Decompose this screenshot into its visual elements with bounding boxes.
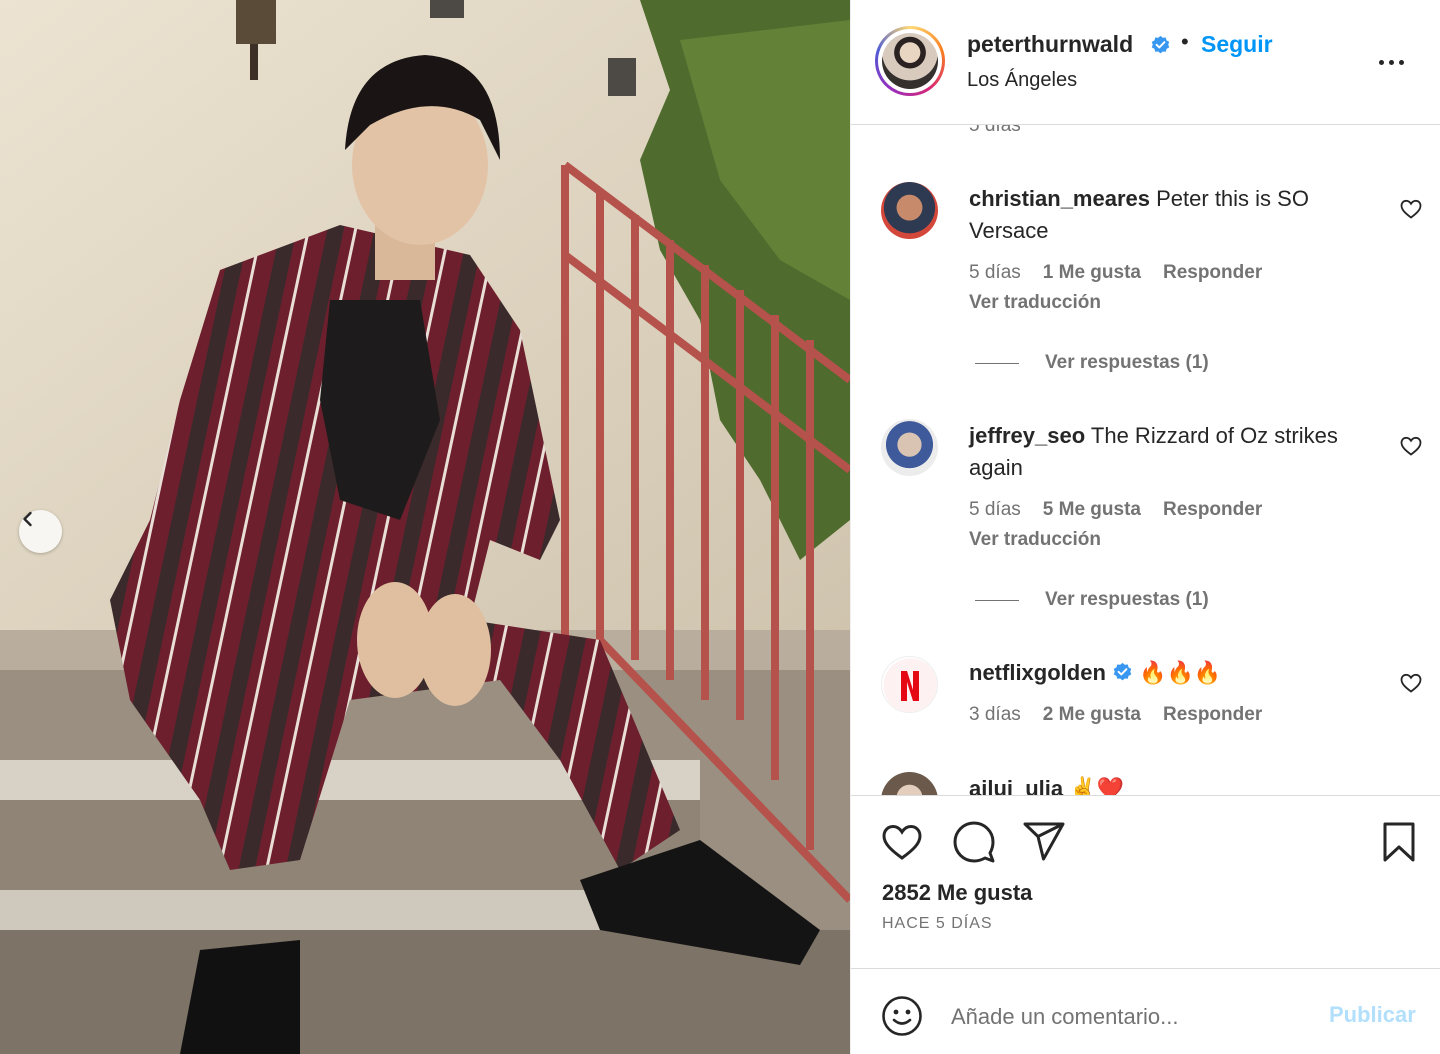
- comment-input[interactable]: [951, 997, 1311, 1037]
- post-image: [0, 0, 850, 1054]
- reply-button[interactable]: Responder: [1163, 499, 1262, 521]
- comment-time[interactable]: 3 días: [969, 704, 1021, 726]
- post-location[interactable]: Los Ángeles: [967, 69, 1077, 92]
- commenter-avatar[interactable]: [881, 182, 938, 239]
- comment-likes[interactable]: 1 Me gusta: [1043, 262, 1141, 284]
- comment-text: ✌️❤️: [1069, 776, 1125, 795]
- netflix-logo: [883, 658, 937, 712]
- bookmark-icon[interactable]: [1377, 820, 1421, 864]
- reply-button[interactable]: Responder: [1163, 262, 1262, 284]
- heart-icon[interactable]: [1399, 197, 1423, 221]
- post-photo: [0, 0, 850, 1054]
- heart-icon[interactable]: [1399, 434, 1423, 458]
- comment-body: ailui_ulia ✌️❤️: [969, 773, 1369, 795]
- commenter-username[interactable]: ailui_ulia: [969, 776, 1063, 795]
- comment-text: 🔥🔥🔥: [1139, 660, 1222, 685]
- view-replies-button[interactable]: Ver respuestas (1): [975, 352, 1209, 374]
- comment-time[interactable]: 5 días: [969, 499, 1021, 521]
- chevron-left-icon: [23, 511, 32, 527]
- commenter-username[interactable]: christian_meares: [969, 186, 1150, 211]
- comment-body: netflixgolden 🔥🔥🔥: [969, 657, 1369, 689]
- likes-count[interactable]: 2852 Me gusta: [882, 880, 1032, 906]
- replies-divider: [975, 599, 1019, 601]
- post-date[interactable]: HACE 5 DÍAS: [882, 915, 993, 933]
- comment-likes[interactable]: 2 Me gusta: [1043, 704, 1141, 726]
- author-username[interactable]: peterthurnwald: [967, 31, 1133, 58]
- commenter-avatar[interactable]: [881, 772, 938, 795]
- translate-button[interactable]: Ver traducción: [969, 292, 1101, 314]
- follow-button[interactable]: Seguir: [1201, 31, 1273, 58]
- author-avatar[interactable]: [875, 26, 945, 96]
- comment-icon[interactable]: [952, 820, 996, 864]
- comment-time: 5 días: [969, 125, 1021, 136]
- comment-composer: Publicar: [851, 968, 1440, 1054]
- translate-button[interactable]: Ver traducción: [969, 529, 1101, 551]
- post-actions: 2852 Me gusta HACE 5 DÍAS: [851, 795, 1440, 968]
- reply-button[interactable]: Responder: [1163, 704, 1262, 726]
- commenter-username[interactable]: netflixgolden: [969, 660, 1106, 685]
- comment-meta: 5 días 1 Me gusta Responder: [969, 262, 1262, 284]
- view-replies-label: Ver respuestas (1): [1045, 589, 1209, 610]
- post-header: peterthurnwald • Seguir Los Ángeles: [851, 0, 1440, 125]
- post-side-panel: peterthurnwald • Seguir Los Ángeles 5 dí…: [850, 0, 1440, 1054]
- previous-photo-button[interactable]: [19, 510, 62, 553]
- more-options-icon[interactable]: [1371, 50, 1411, 74]
- commenter-avatar[interactable]: [881, 656, 938, 713]
- comment-meta: 3 días 2 Me gusta Responder: [969, 704, 1262, 726]
- comment-likes[interactable]: 5 Me gusta: [1043, 499, 1141, 521]
- commenter-username[interactable]: jeffrey_seo: [969, 423, 1085, 448]
- comment-body: christian_meares Peter this is SO Versac…: [969, 183, 1369, 247]
- heart-icon[interactable]: [880, 820, 924, 864]
- comment-meta: 5 días 5 Me gusta Responder: [969, 499, 1262, 521]
- replies-divider: [975, 362, 1019, 364]
- verified-badge-icon: [1113, 662, 1132, 681]
- verified-badge-icon: [1151, 35, 1170, 54]
- emoji-icon[interactable]: [881, 995, 923, 1037]
- publish-button[interactable]: Publicar: [1329, 1002, 1416, 1028]
- commenter-avatar[interactable]: [881, 419, 938, 476]
- comment-body: jeffrey_seo The Rizzard of Oz strikes ag…: [969, 420, 1369, 484]
- heart-icon[interactable]: [1399, 671, 1423, 695]
- comment-time[interactable]: 5 días: [969, 262, 1021, 284]
- comments-list[interactable]: 5 días christian_meares Peter this is SO…: [851, 125, 1440, 795]
- view-replies-label: Ver respuestas (1): [1045, 352, 1209, 373]
- share-icon[interactable]: [1022, 820, 1066, 864]
- view-replies-button[interactable]: Ver respuestas (1): [975, 589, 1209, 611]
- separator-dot: •: [1181, 29, 1189, 54]
